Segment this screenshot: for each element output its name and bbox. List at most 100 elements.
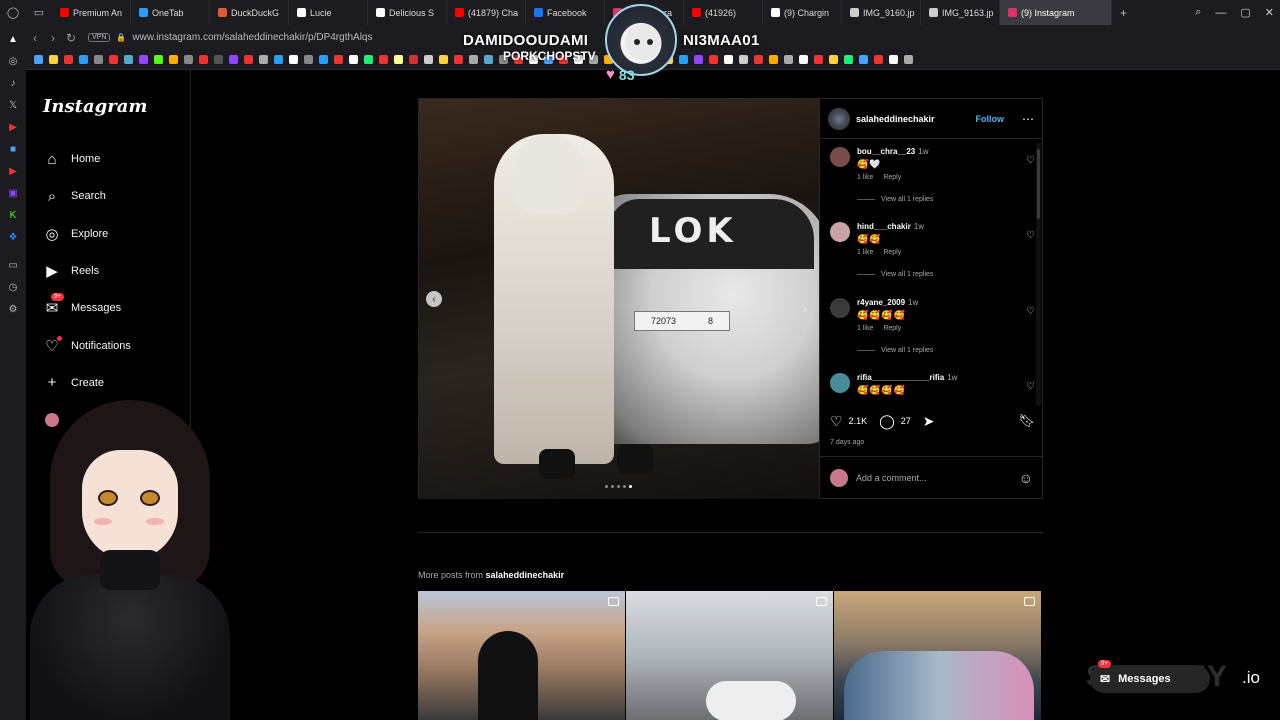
emoji-icon[interactable]: ☺ [1019, 470, 1033, 486]
bookmark-icon[interactable] [424, 55, 433, 64]
youtube-icon-2[interactable]: ▶ [7, 165, 19, 177]
more-options-icon[interactable]: ⋯ [1022, 112, 1034, 126]
chat-icon[interactable]: ■ [7, 143, 19, 155]
bookmark-icon[interactable] [889, 55, 898, 64]
youtube-icon[interactable]: ▶ [7, 121, 19, 133]
bookmark-icon[interactable] [904, 55, 913, 64]
bookmark-icon[interactable] [199, 55, 208, 64]
bookmark-icon[interactable] [169, 55, 178, 64]
comment-likes[interactable]: 1 like [857, 174, 873, 181]
bookmark-icon[interactable] [34, 55, 43, 64]
bookmark-icon[interactable] [79, 55, 88, 64]
bookmark-icon[interactable] [739, 55, 748, 64]
url-field[interactable]: www.instagram.com/salaheddinechakir/p/DP… [132, 32, 372, 43]
comment-icon[interactable]: ◯ [879, 413, 895, 430]
bookmark-icon[interactable] [829, 55, 838, 64]
wallet-icon[interactable]: ▭ [7, 259, 19, 271]
bookmark-icon[interactable] [709, 55, 718, 64]
browser-tab[interactable]: (41879) Cha [447, 0, 526, 25]
reply-button[interactable]: Reply [883, 174, 901, 181]
browser-tab[interactable]: Facebook [526, 0, 605, 25]
bookmark-icon[interactable] [859, 55, 868, 64]
nav-item-reels[interactable]: ▶ Reels [43, 260, 99, 282]
nav-item-create[interactable]: + Create [43, 372, 104, 394]
bookmark-icon[interactable] [124, 55, 133, 64]
bookmark-icon[interactable] [184, 55, 193, 64]
bookmark-icon[interactable] [259, 55, 268, 64]
commenter-username[interactable]: r4yane_2009 [857, 298, 905, 307]
tiktok-icon[interactable]: ♪ [7, 77, 19, 89]
commenter-username[interactable]: hind___chakir [857, 222, 911, 231]
bookmark-icon[interactable] [154, 55, 163, 64]
bookmark-icon[interactable] [754, 55, 763, 64]
save-icon[interactable]: 🔖︎ [1018, 413, 1035, 429]
author-avatar[interactable] [828, 107, 850, 130]
comment-like-icon[interactable]: ♡ [1026, 230, 1035, 241]
share-icon[interactable]: ➤ [923, 413, 935, 430]
bookmark-icon[interactable] [769, 55, 778, 64]
opera-menu-icon[interactable]: ◯ [0, 0, 26, 25]
bookmark-icon[interactable] [274, 55, 283, 64]
comment-like-icon[interactable]: ♡ [1026, 306, 1035, 317]
bookmark-icon[interactable] [784, 55, 793, 64]
maximize-button[interactable]: ▢ [1240, 6, 1250, 19]
bookmark-icon[interactable] [814, 55, 823, 64]
bookmark-icon[interactable] [64, 55, 73, 64]
bookmark-icon[interactable] [364, 55, 373, 64]
more-post-thumbnail[interactable] [418, 591, 625, 720]
nav-item-explore[interactable]: ◎ Explore [43, 223, 108, 245]
more-post-thumbnail[interactable] [626, 591, 833, 720]
bookmark-icon[interactable] [214, 55, 223, 64]
author-username[interactable]: salaheddinechakir [856, 114, 970, 124]
browser-tab[interactable]: Delicious S [368, 0, 447, 25]
bookmark-icon[interactable] [439, 55, 448, 64]
view-replies-button[interactable]: View all 1 replies [857, 271, 933, 278]
bookmark-icon[interactable] [334, 55, 343, 64]
like-icon[interactable]: ♡ [830, 413, 843, 430]
nav-item-messages[interactable]: ✉ 9+ Messages [43, 293, 121, 319]
forward-button[interactable]: › [44, 31, 62, 45]
chatgpt-icon[interactable]: ◎ [7, 55, 19, 67]
nav-item-home[interactable]: ⌂ Home [43, 148, 100, 170]
reload-button[interactable]: ↻ [62, 31, 80, 45]
previous-photo-arrow[interactable]: ‹ [426, 291, 442, 307]
comments-scrollbar[interactable] [1036, 143, 1041, 405]
bookmark-icon[interactable] [799, 55, 808, 64]
vpn-badge[interactable]: VPN [88, 33, 111, 42]
bookmark-icon[interactable] [94, 55, 103, 64]
bookmark-icon[interactable] [379, 55, 388, 64]
bookmark-icon[interactable] [229, 55, 238, 64]
browser-tab[interactable]: (9) Instagram [1000, 0, 1112, 25]
view-replies-button[interactable]: View all 1 replies [857, 196, 933, 203]
more-posts-username[interactable]: salaheddinechakir [486, 570, 565, 580]
close-window-button[interactable]: ✕ [1265, 6, 1274, 19]
browser-tab[interactable]: IMG_9160.jp [842, 0, 921, 25]
bookmark-icon[interactable] [694, 55, 703, 64]
bookmark-icon[interactable] [454, 55, 463, 64]
more-post-thumbnail[interactable] [834, 591, 1041, 720]
aria-icon[interactable]: ▲ [7, 33, 19, 45]
instagram-logo[interactable]: Instagram [43, 96, 147, 117]
commenter-avatar[interactable] [830, 372, 850, 393]
commenter-username[interactable]: rifia_____________rifia [857, 373, 944, 382]
browser-tab[interactable]: DuckDuckG [210, 0, 289, 25]
commenter-username[interactable]: bou__chra__23 [857, 147, 915, 156]
view-replies-button[interactable]: View all 1 replies [857, 347, 933, 354]
bookmark-icon[interactable] [289, 55, 298, 64]
bookmark-icon[interactable] [394, 55, 403, 64]
bookmark-icon[interactable] [724, 55, 733, 64]
reply-button[interactable]: Reply [883, 249, 901, 256]
messages-pill[interactable]: ✉ Messages [1090, 665, 1210, 693]
browser-tab[interactable]: (41926) [684, 0, 763, 25]
bookmark-icon[interactable] [49, 55, 58, 64]
bookmark-icon[interactable] [874, 55, 883, 64]
follow-button[interactable]: Follow [976, 114, 1005, 124]
kick-icon[interactable]: K [7, 209, 19, 221]
browser-tab[interactable]: (9) Chargin [763, 0, 842, 25]
minimize-button[interactable]: — [1215, 7, 1226, 19]
browser-tab[interactable]: IMG_9163.jp [921, 0, 1000, 25]
tab-workspaces-icon[interactable]: ▭ [26, 0, 52, 25]
bluesky-icon[interactable]: ❖ [7, 231, 19, 243]
comment-likes[interactable]: 1 like [857, 249, 873, 256]
add-comment-input[interactable]: Add a comment... [856, 473, 927, 483]
